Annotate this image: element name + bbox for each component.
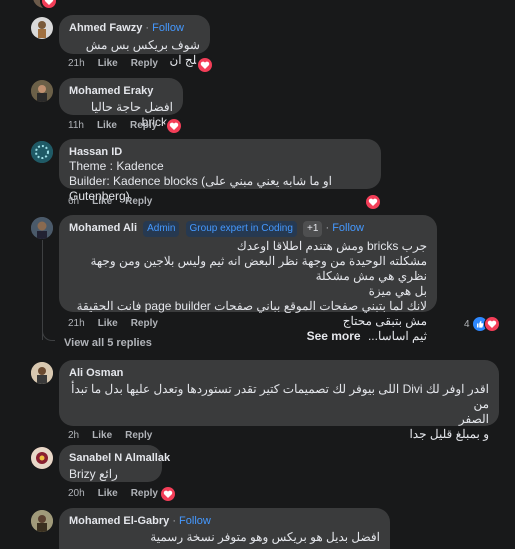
avatar[interactable] <box>31 510 53 532</box>
love-reaction-icon[interactable] <box>165 117 183 135</box>
comment-bubble: Mohamed Eraky افضل حاجة حاليا bricks <box>59 78 183 129</box>
avatar[interactable] <box>31 447 53 469</box>
group-expert-badge[interactable]: Group expert in Coding <box>185 221 297 237</box>
like-button[interactable]: Like <box>92 430 112 441</box>
reply-button[interactable]: Reply <box>131 318 158 329</box>
reply-bubble: Mohamed El-Gabry · Follow افضل بديل هو ب… <box>59 508 390 549</box>
timestamp[interactable]: 21h <box>68 318 85 329</box>
reply-button[interactable]: Reply <box>125 196 152 207</box>
like-button[interactable]: Like <box>98 58 118 69</box>
love-reaction-icon[interactable] <box>196 56 214 74</box>
comment-text-line: مشكلته الوحيدة من وجهة نظر البعض انه ثيم… <box>90 254 427 283</box>
commenter-name[interactable]: Sanabel N Almallak <box>69 451 170 465</box>
comment-bubble: Mohamed Ali Admin Group expert in Coding… <box>59 215 437 343</box>
comment-actions: 21h Like Reply <box>68 58 171 69</box>
reply-button[interactable]: Reply <box>125 430 152 441</box>
commenter-name[interactable]: Mohamed Ali <box>69 222 137 234</box>
reply-bubble: Ali Osman اقدر اوفر لك Divi اللى بيوفر ل… <box>59 360 499 441</box>
timestamp[interactable]: 2h <box>68 430 79 441</box>
more-badges-count[interactable]: +1 <box>303 221 323 237</box>
separator-dot: · <box>172 515 176 527</box>
timestamp[interactable]: 11h <box>68 120 84 131</box>
comment-text: Brizy رائع <box>69 467 118 481</box>
thread-line <box>42 240 43 340</box>
thread-branch <box>42 328 55 341</box>
love-reaction-icon[interactable] <box>40 0 58 10</box>
reaction-count: 4 <box>464 318 470 330</box>
love-reaction-icon <box>483 316 500 332</box>
separator-dot: · <box>325 222 330 234</box>
admin-badge[interactable]: Admin <box>143 221 180 237</box>
avatar[interactable] <box>31 17 53 39</box>
timestamp[interactable]: 21h <box>68 58 85 69</box>
timestamp[interactable]: 20h <box>68 488 85 499</box>
avatar[interactable] <box>31 141 53 163</box>
commenter-name[interactable]: Mohamed El-Gabry <box>69 515 169 527</box>
comment-actions: 2h Like Reply <box>68 430 165 441</box>
reply-bubble: Sanabel N Almallak Brizy رائع <box>59 445 170 482</box>
see-more-link[interactable]: See more <box>307 329 361 343</box>
comment-actions: 21h Like Reply <box>68 318 171 329</box>
separator-dot: · <box>145 22 150 34</box>
avatar[interactable] <box>31 362 53 384</box>
commenter-name[interactable]: Hassan ID <box>69 145 371 159</box>
view-replies-link[interactable]: View all 5 replies <box>64 337 152 349</box>
comment-text-line: ثيم اساسا... <box>367 329 427 343</box>
follow-link[interactable]: Follow <box>152 22 184 34</box>
commenter-name[interactable]: Mohamed Eraky <box>69 84 173 98</box>
comment-actions: 6h Like Reply <box>68 196 165 207</box>
comment-bubble: Hassan ID Theme : Kadence Builder: Kaden… <box>59 139 381 203</box>
follow-link[interactable]: Follow <box>332 222 364 234</box>
comment-text-line: الصفر <box>458 412 489 426</box>
like-button[interactable]: Like <box>97 120 117 131</box>
avatar[interactable] <box>31 217 53 239</box>
comment-text-line: بل هي ميزة <box>368 284 427 298</box>
reaction-summary[interactable]: 4 <box>464 316 500 332</box>
like-button[interactable]: Like <box>98 318 118 329</box>
reply-button[interactable]: Reply <box>130 120 157 131</box>
comment-actions: 20h Like Reply <box>68 488 171 499</box>
love-reaction-icon[interactable] <box>159 485 177 503</box>
like-button[interactable]: Like <box>92 196 112 207</box>
love-reaction-icon[interactable] <box>364 193 382 211</box>
avatar[interactable] <box>31 80 53 102</box>
comment-text: افضل بديل هو بريكس وهو متوفر نسخة رسمية <box>150 530 380 544</box>
reply-button[interactable]: Reply <box>131 58 158 69</box>
comment-text-line: جرب bricks ومش هتندم اطلاقا اوعدك <box>236 239 427 253</box>
timestamp[interactable]: 6h <box>68 196 79 207</box>
comment-text-line: اقدر اوفر لك Divi اللى بيوفر لك تصميمات … <box>71 382 489 411</box>
commenter-name[interactable]: Ahmed Fawzy <box>69 22 142 34</box>
comment-actions: 11h Like Reply <box>68 120 170 131</box>
like-button[interactable]: Like <box>98 488 118 499</box>
reply-button[interactable]: Reply <box>131 488 158 499</box>
follow-link[interactable]: Follow <box>179 515 211 527</box>
comment-text-line: Theme : Kadence <box>69 159 164 173</box>
commenter-name[interactable]: Ali Osman <box>69 366 489 380</box>
comment-bubble: Ahmed Fawzy · Follow شوف بريكس بس مش بلج… <box>59 15 210 67</box>
